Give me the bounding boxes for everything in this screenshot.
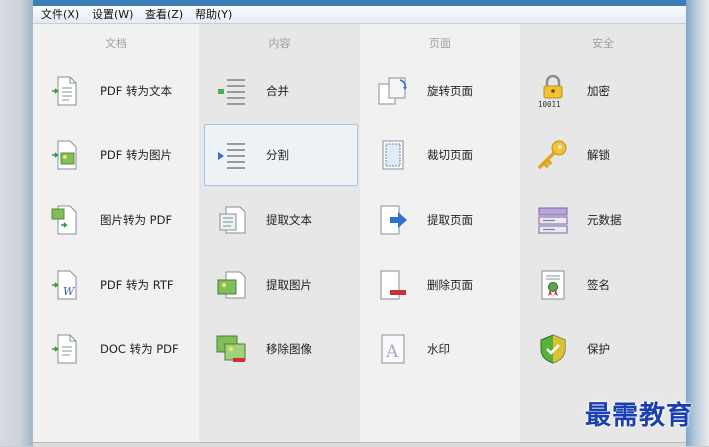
- column-header-content: 内容: [268, 37, 291, 50]
- split-icon: [218, 143, 245, 169]
- crop-page-label: 裁切页面: [427, 148, 473, 162]
- rotate-page-label: 旋转页面: [427, 84, 473, 98]
- remove-image-button[interactable]: 移除图像: [204, 318, 358, 380]
- crop-page-icon: [382, 140, 404, 170]
- image-to-pdf-button[interactable]: 图片转为 PDF: [38, 189, 192, 251]
- sign-label: 签名: [587, 278, 610, 292]
- extract-image-icon: [217, 271, 246, 299]
- column-document: 文档 PDF 转为文本 PDF 转为图片 图片转为 PDF W PDF 转为 R…: [33, 24, 199, 442]
- pdf-to-image-label: PDF 转为图片: [100, 148, 173, 162]
- protect-label: 保护: [587, 342, 610, 356]
- watermark-button[interactable]: A 水印: [365, 318, 519, 380]
- pdf-to-image-icon: [52, 140, 77, 170]
- crop-page-button[interactable]: 裁切页面: [365, 124, 519, 186]
- remove-image-icon: [216, 335, 246, 362]
- extract-page-label: 提取页面: [427, 213, 473, 227]
- encrypt-label: 加密: [587, 84, 610, 98]
- menu-bar: 文件(X) 设置(W) 查看(Z) 帮助(Y): [33, 6, 686, 24]
- pdf-to-rtf-label: PDF 转为 RTF: [100, 278, 174, 292]
- certificate-icon: [541, 270, 565, 300]
- image-to-pdf-icon: [51, 205, 77, 235]
- unlock-label: 解锁: [587, 148, 610, 162]
- merge-icon: [218, 79, 245, 105]
- tool-panel: 文档 PDF 转为文本 PDF 转为图片 图片转为 PDF W PDF 转为 R…: [33, 24, 686, 442]
- watermark-label: 水印: [427, 342, 450, 356]
- pdf-to-text-label: PDF 转为文本: [100, 84, 173, 98]
- menu-view[interactable]: 查看(Z): [143, 7, 185, 22]
- unlock-button[interactable]: 解锁: [525, 124, 679, 186]
- extract-image-button[interactable]: 提取图片: [204, 254, 358, 316]
- extract-page-icon: [380, 205, 407, 235]
- doc-to-pdf-icon: [52, 334, 77, 364]
- encrypt-button[interactable]: 10011 加密: [525, 60, 679, 122]
- pdf-to-rtf-button[interactable]: W PDF 转为 RTF: [38, 254, 192, 316]
- extract-page-button[interactable]: 提取页面: [365, 189, 519, 251]
- svg-text:W: W: [63, 285, 76, 298]
- extract-text-button[interactable]: 提取文本: [204, 189, 358, 251]
- doc-to-pdf-button[interactable]: DOC 转为 PDF: [38, 318, 192, 380]
- window-right-border: [686, 0, 709, 446]
- remove-image-label: 移除图像: [266, 342, 312, 356]
- image-to-pdf-label: 图片转为 PDF: [100, 213, 173, 227]
- delete-page-icon: [380, 270, 406, 300]
- extract-text-icon: [219, 206, 246, 234]
- menu-file[interactable]: 文件(X): [39, 7, 81, 22]
- pdf-to-text-button[interactable]: PDF 转为文本: [38, 60, 192, 122]
- menu-help[interactable]: 帮助(Y): [193, 7, 234, 22]
- rotate-page-button[interactable]: 旋转页面: [365, 60, 519, 122]
- extract-image-label: 提取图片: [266, 278, 312, 292]
- pdf-to-image-button[interactable]: PDF 转为图片: [38, 124, 192, 186]
- delete-page-button[interactable]: 删除页面: [365, 254, 519, 316]
- svg-text:A: A: [385, 342, 399, 362]
- site-watermark: 最需教育: [585, 401, 694, 431]
- sign-button[interactable]: 签名: [525, 254, 679, 316]
- column-page: 页面 旋转页面 裁切页面 提取页面 删除页面 A 水印: [360, 24, 520, 442]
- key-icon: [538, 140, 567, 169]
- column-header-page: 页面: [429, 37, 451, 50]
- app-window: 文件(X) 设置(W) 查看(Z) 帮助(Y) 文档 PDF 转为文本 PDF …: [33, 6, 686, 447]
- menu-settings[interactable]: 设置(W): [90, 7, 135, 22]
- background-left: [0, 0, 33, 446]
- metadata-icon: [538, 207, 568, 234]
- metadata-button[interactable]: 元数据: [525, 189, 679, 251]
- pdf-to-text-icon: [52, 76, 77, 106]
- split-button[interactable]: 分割: [204, 124, 358, 186]
- doc-to-pdf-label: DOC 转为 PDF: [100, 342, 179, 356]
- pdf-to-rtf-icon: W: [52, 270, 77, 300]
- svg-text:10011: 10011: [538, 100, 561, 108]
- status-bar: [33, 442, 686, 447]
- metadata-label: 元数据: [587, 213, 622, 227]
- split-label: 分割: [266, 148, 289, 162]
- merge-button[interactable]: 合并: [204, 60, 358, 122]
- extract-text-label: 提取文本: [266, 213, 312, 227]
- rotate-page-icon: [378, 77, 407, 105]
- column-header-security: 安全: [592, 37, 614, 50]
- delete-page-label: 删除页面: [427, 278, 473, 292]
- lock-icon: 10011: [538, 74, 563, 108]
- watermark-icon: A: [381, 334, 405, 364]
- merge-label: 合并: [266, 84, 289, 98]
- column-content: 内容 合并 分割 提取文本 提取图片 移除图像: [199, 24, 360, 442]
- shield-icon: [540, 334, 566, 364]
- protect-button[interactable]: 保护: [525, 318, 679, 380]
- column-security: 安全 10011 加密 解锁 元数据 签名 保护: [520, 24, 686, 442]
- column-header-document: 文档: [105, 37, 127, 50]
